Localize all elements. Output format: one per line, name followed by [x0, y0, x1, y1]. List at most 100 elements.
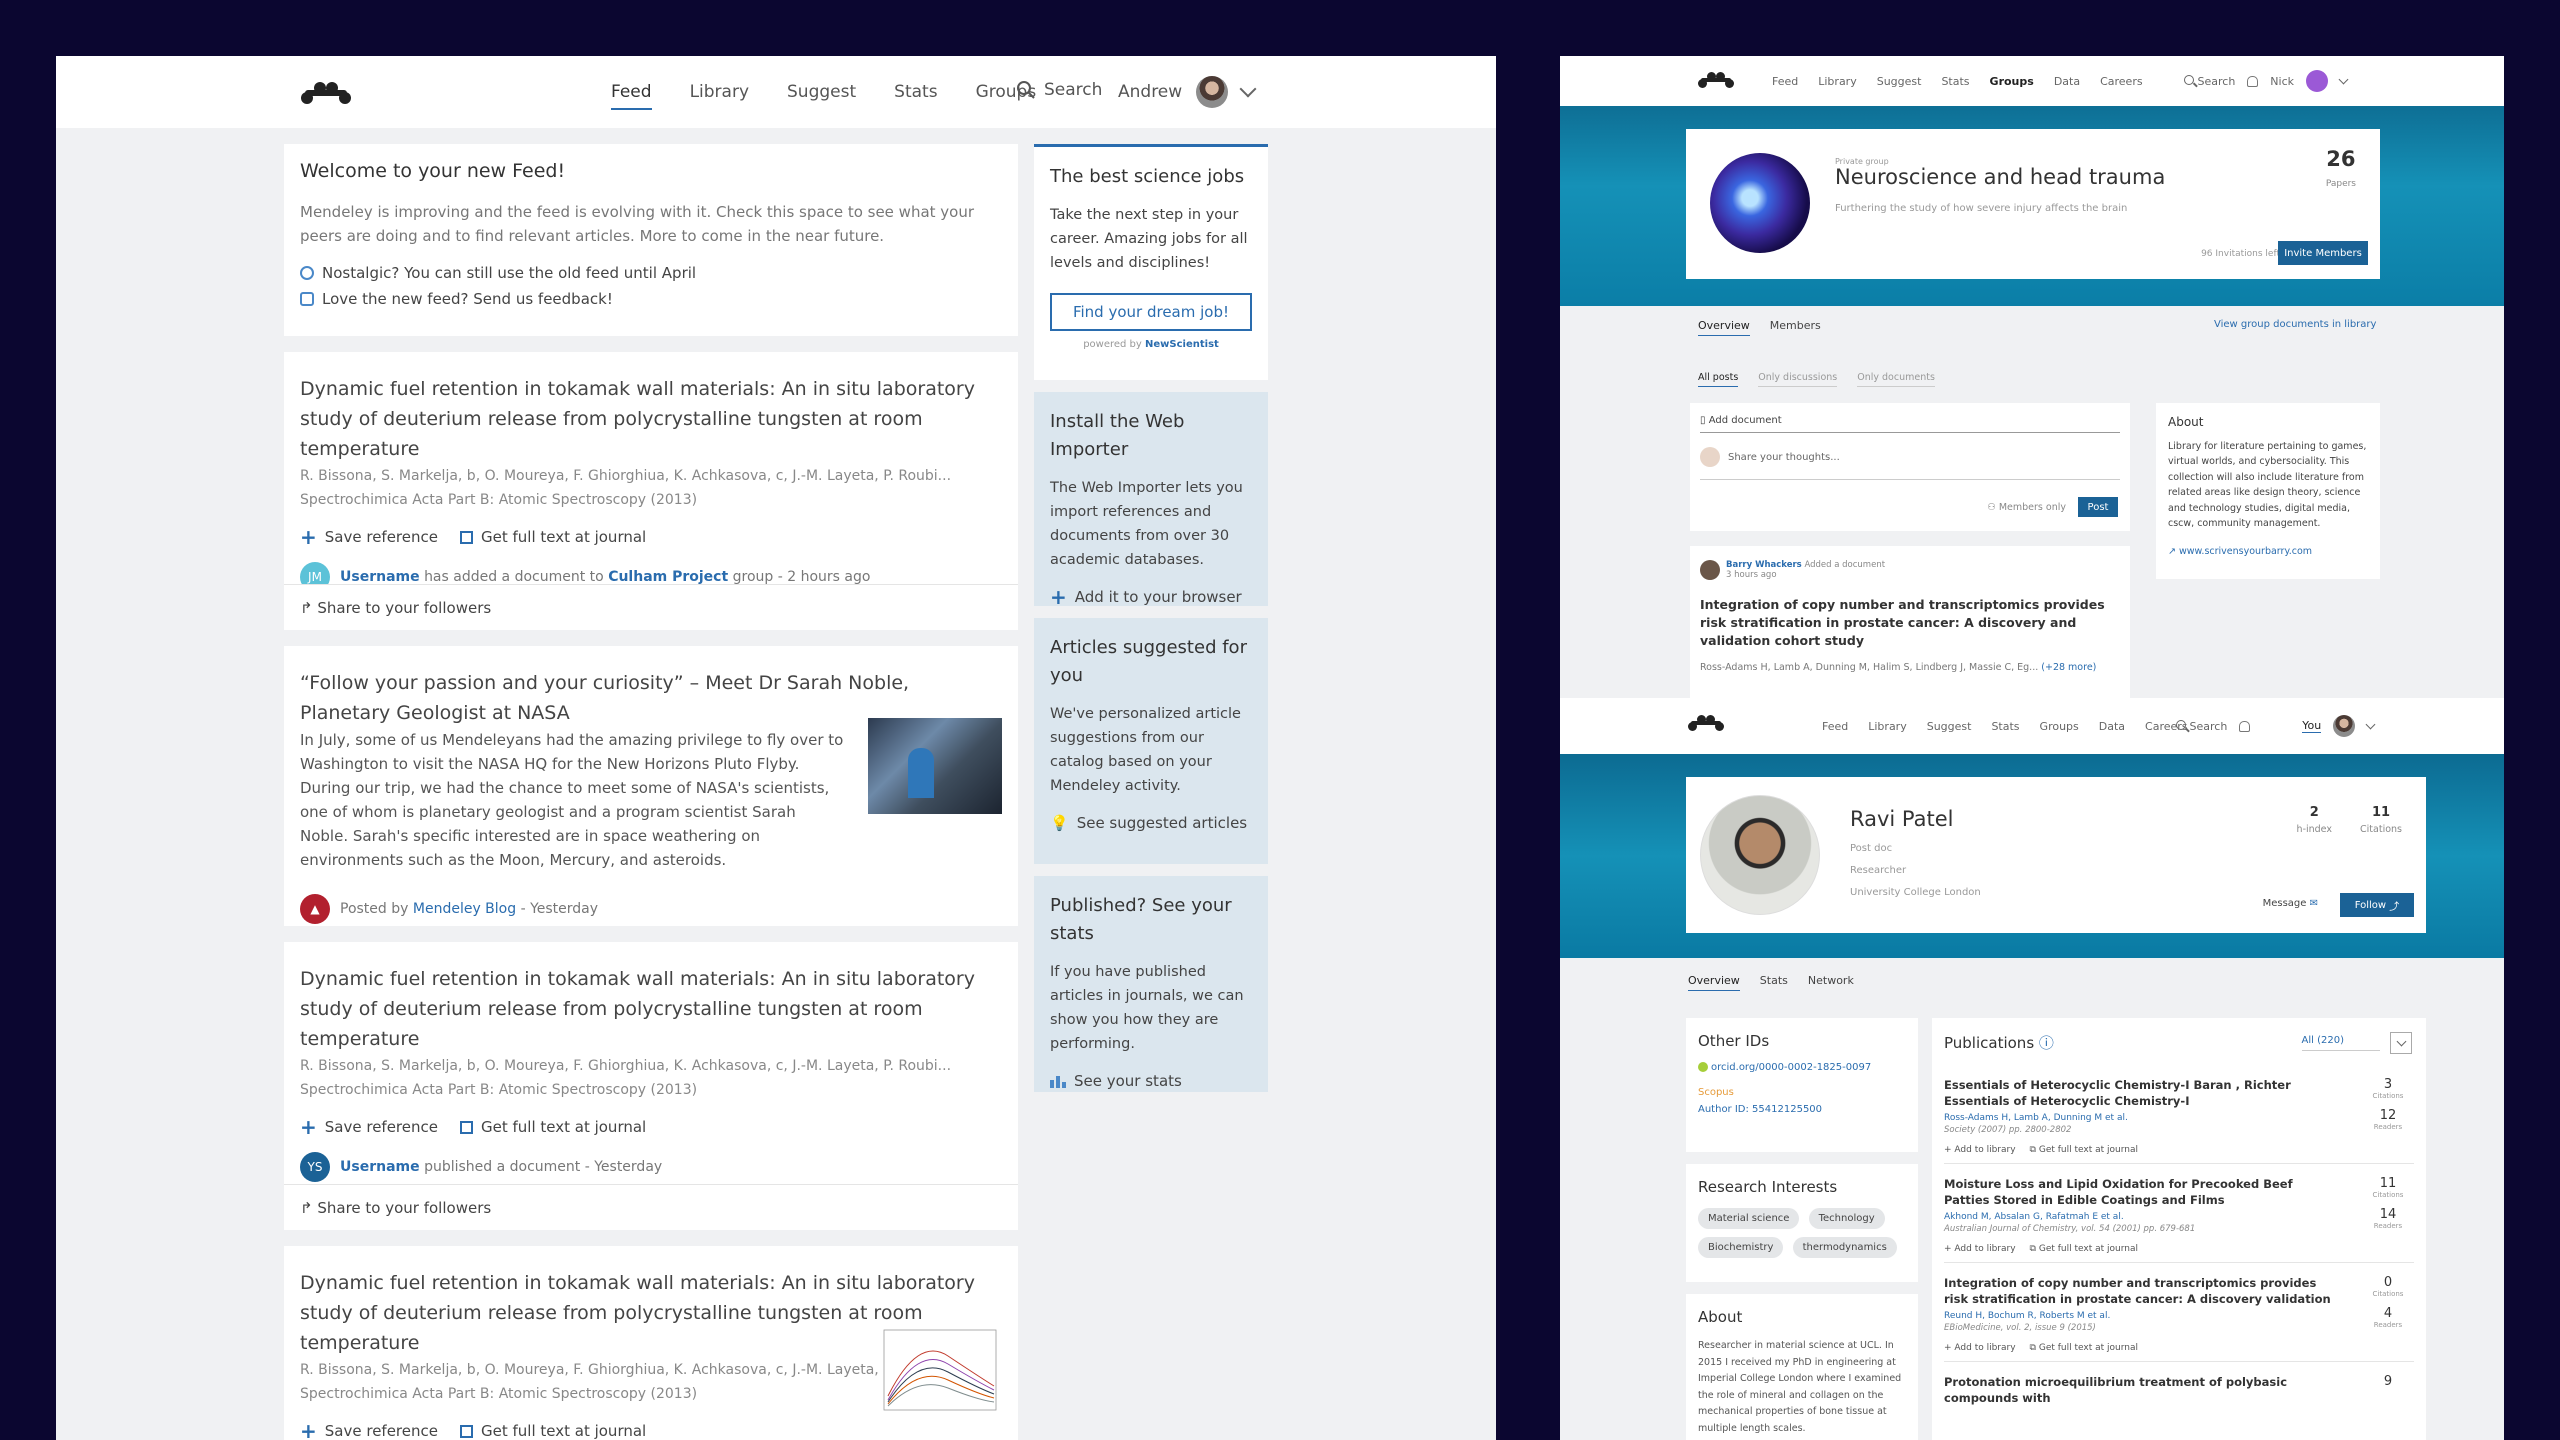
user-name[interactable]: You [2302, 719, 2322, 733]
blog-source-link[interactable]: Mendeley Blog [413, 901, 516, 917]
mendeley-logo[interactable] [1688, 714, 1724, 732]
publication-authors[interactable]: Reund H, Bochum R, Roberts M et al. [1944, 1311, 2414, 1321]
publications-filter[interactable]: All (220) [2301, 1032, 2412, 1054]
user-name[interactable]: Nick [2270, 75, 2294, 88]
chevron-down-icon[interactable] [2338, 74, 2349, 84]
invite-members-button[interactable]: Invite Members [2278, 241, 2368, 265]
bell-icon[interactable] [2247, 75, 2259, 87]
nav-library[interactable]: Library [690, 82, 749, 102]
tab-members[interactable]: Members [1770, 319, 1821, 336]
nav-data[interactable]: Data [2054, 75, 2080, 88]
publication-title[interactable]: Moisture Loss and Lipid Oxidation for Pr… [1944, 1176, 2334, 1208]
nav-library[interactable]: Library [1868, 720, 1906, 733]
full-text-button[interactable]: Get full text at journal [459, 528, 646, 546]
save-reference-button[interactable]: + Save reference [300, 1117, 438, 1137]
interest-chip[interactable]: Material science [1698, 1208, 1800, 1229]
filter-only-documents[interactable]: Only documents [1857, 372, 1935, 387]
article-title[interactable]: Dynamic fuel retention in tokamak wall m… [300, 964, 1002, 1054]
share-button[interactable]: ↱ Share to your followers [284, 584, 1018, 630]
info-icon[interactable]: ⓘ [2039, 1034, 2054, 1052]
dropdown-button[interactable] [2390, 1032, 2412, 1054]
avatar[interactable] [2333, 715, 2356, 737]
share-thoughts-input[interactable]: Share your thoughts... [1700, 447, 2120, 480]
orcid-link[interactable]: orcid.org/0000-0002-1825-0097 [1698, 1062, 1906, 1073]
tab-overview[interactable]: Overview [1698, 319, 1750, 336]
save-reference-button[interactable]: + Save reference [300, 1421, 438, 1440]
h-index-value: 2 [2309, 805, 2319, 820]
add-to-library-button[interactable]: + Add to library [1944, 1145, 2016, 1155]
mendeley-logo[interactable] [301, 80, 351, 106]
share-button[interactable]: ↱ Share to your followers [284, 1184, 1018, 1230]
tab-overview[interactable]: Overview [1688, 974, 1740, 991]
nav-feed[interactable]: Feed [1772, 75, 1798, 88]
publication-title[interactable]: Essentials of Heterocyclic Chemistry-I B… [1944, 1077, 2334, 1109]
tab-network[interactable]: Network [1808, 974, 1854, 991]
nav-suggest[interactable]: Suggest [1877, 75, 1922, 88]
find-job-button[interactable]: Find your dream job! [1050, 293, 1252, 331]
nav-careers[interactable]: Careers [2100, 75, 2143, 88]
nav-stats[interactable]: Stats [1991, 720, 2019, 733]
nav-data[interactable]: Data [2099, 720, 2125, 733]
interest-chip[interactable]: Biochemistry [1698, 1237, 1784, 1258]
avatar[interactable] [2306, 70, 2328, 92]
nav-groups[interactable]: Groups [1990, 75, 2034, 88]
old-feed-link[interactable]: Nostalgic? You can still use the old fee… [300, 264, 1002, 282]
add-to-library-button[interactable]: + Add to library [1944, 1244, 2016, 1254]
post-document-title[interactable]: Integration of copy number and transcrip… [1700, 596, 2120, 650]
username-link[interactable]: Username [340, 569, 420, 585]
add-to-library-button[interactable]: + Add to library [1944, 1343, 2016, 1353]
nav-library[interactable]: Library [1818, 75, 1856, 88]
publication-title[interactable]: Protonation microequilibrium treatment o… [1944, 1374, 2334, 1406]
add-document-button[interactable]: ▯ Add document [1700, 415, 2120, 433]
tab-stats[interactable]: Stats [1760, 974, 1788, 991]
save-reference-button[interactable]: + Save reference [300, 527, 438, 547]
welcome-title: Welcome to your new Feed! [300, 160, 566, 182]
nav-stats[interactable]: Stats [894, 82, 937, 102]
chevron-down-icon[interactable] [2365, 719, 2376, 729]
full-text-button[interactable]: Get full text at journal [459, 1422, 646, 1440]
nav-feed[interactable]: Feed [611, 82, 652, 110]
publication-title[interactable]: Integration of copy number and transcrip… [1944, 1275, 2334, 1307]
mendeley-logo[interactable] [1698, 71, 1734, 89]
visibility-selector[interactable]: ⚇ Members only [1987, 502, 2066, 513]
publication-authors[interactable]: Akhond M, Absalan G, Rafatmah E et al. [1944, 1212, 2414, 1222]
full-text-button[interactable]: ⧉ Get full text at journal [2030, 1343, 2138, 1353]
blog-image[interactable] [868, 718, 1002, 814]
nav-suggest[interactable]: Suggest [1927, 720, 1972, 733]
full-text-button[interactable]: Get full text at journal [459, 1118, 646, 1136]
search-button[interactable]: Search [2176, 719, 2227, 733]
filter-only-discussions[interactable]: Only discussions [1758, 372, 1838, 387]
filter-all-posts[interactable]: All posts [1698, 372, 1739, 387]
view-group-documents-link[interactable]: View group documents in library [2214, 319, 2376, 330]
publication-authors[interactable]: Ross-Adams H, Lamb A, Dunning M et al. [1944, 1113, 2414, 1123]
blog-item: “Follow your passion and your curiosity”… [284, 646, 1018, 926]
see-stats-link[interactable]: See your stats [1050, 1072, 1252, 1090]
username-link[interactable]: Username [340, 1159, 420, 1175]
interests-title: Research Interests [1698, 1178, 1838, 1196]
user-menu[interactable]: Andrew [1118, 76, 1257, 108]
nav-groups[interactable]: Groups [2040, 720, 2079, 733]
article-title[interactable]: Dynamic fuel retention in tokamak wall m… [300, 374, 1002, 464]
message-button[interactable]: Message ✉ [2263, 898, 2318, 909]
group-link[interactable]: Culham Project [608, 569, 728, 585]
add-to-browser-link[interactable]: + Add it to your browser [1050, 587, 1252, 607]
full-text-button[interactable]: ⧉ Get full text at journal [2030, 1244, 2138, 1254]
nav-stats[interactable]: Stats [1941, 75, 1969, 88]
see-suggested-link[interactable]: 💡 See suggested articles [1050, 814, 1252, 832]
more-authors-link[interactable]: (+28 more) [2041, 662, 2096, 673]
search-button[interactable]: Search [1016, 80, 1102, 100]
full-text-button[interactable]: ⧉ Get full text at journal [2030, 1145, 2138, 1155]
article-figure-thumbnail[interactable] [878, 1326, 1002, 1426]
nav-feed[interactable]: Feed [1822, 720, 1848, 733]
post-button[interactable]: Post [2078, 497, 2118, 517]
interest-chip[interactable]: Technology [1808, 1208, 1885, 1229]
website-link[interactable]: ↗ www.scrivensyourbarry.com [2168, 544, 2368, 560]
scopus-author-id[interactable]: Author ID: 55412125500 [1698, 1104, 1906, 1115]
search-button[interactable]: Search [2184, 74, 2235, 88]
interest-chip[interactable]: thermodynamics [1792, 1237, 1897, 1258]
feedback-link[interactable]: Love the new feed? Send us feedback! [300, 290, 1002, 308]
nav-suggest[interactable]: Suggest [787, 82, 856, 102]
bell-icon[interactable] [2239, 720, 2251, 732]
follow-button[interactable]: Follow ⤴ [2340, 893, 2414, 917]
post-author[interactable]: Barry Whackers [1726, 560, 1802, 570]
